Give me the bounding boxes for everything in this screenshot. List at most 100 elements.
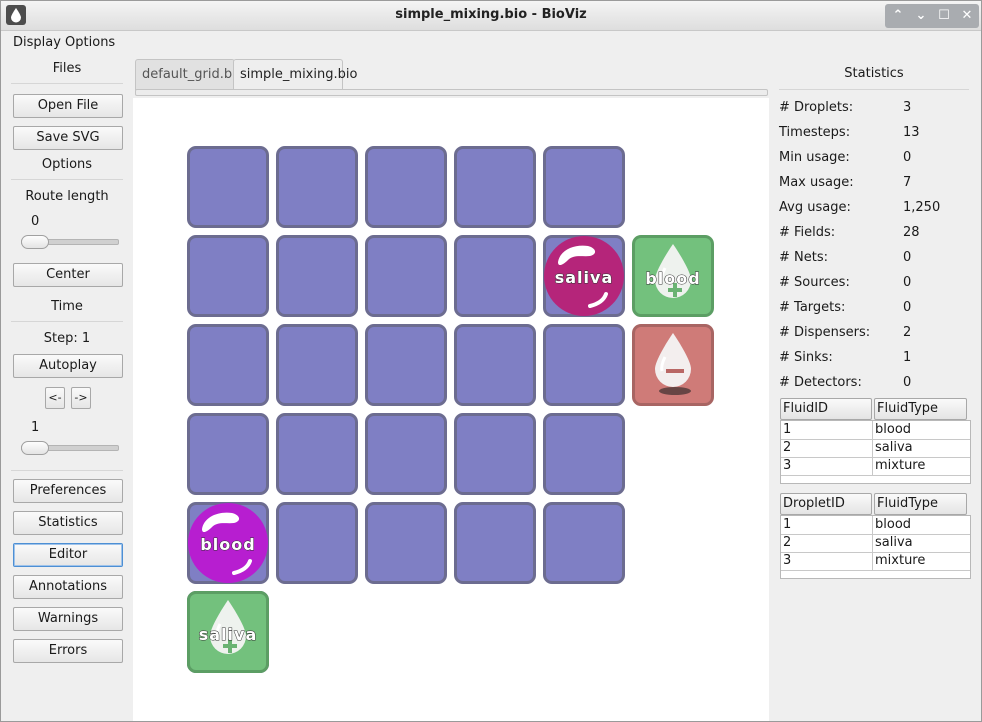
statistics-value: 1 xyxy=(903,350,912,365)
biochip-canvas[interactable]: blood saliva saliva blood xyxy=(133,98,769,721)
files-label: Files xyxy=(52,61,82,76)
grid-cell[interactable] xyxy=(365,146,447,228)
cell-divider xyxy=(872,552,873,570)
speed-slider-knob[interactable] xyxy=(21,441,49,455)
grid-cell[interactable] xyxy=(276,502,358,584)
fluid-id-cell: 3 xyxy=(783,458,792,473)
statistics-row: Min usage: 0 xyxy=(779,150,969,170)
grid-cell[interactable] xyxy=(187,324,269,406)
grid-cell[interactable] xyxy=(276,324,358,406)
preferences-button[interactable]: Preferences xyxy=(13,479,123,503)
statistics-value: 3 xyxy=(903,100,912,115)
statistics-row: # Sinks: 1 xyxy=(779,350,969,370)
grid-cell[interactable] xyxy=(454,235,536,317)
cell-divider xyxy=(872,516,873,534)
up-icon[interactable]: ⌃ xyxy=(887,4,909,28)
grid-cell[interactable] xyxy=(454,413,536,495)
grid-cell[interactable] xyxy=(365,502,447,584)
grid-cell[interactable] xyxy=(187,146,269,228)
grid-cell[interactable] xyxy=(365,235,447,317)
statistics-button[interactable]: Statistics xyxy=(13,511,123,535)
statistics-key: # Droplets: xyxy=(779,100,854,115)
route-length-value: 0 xyxy=(31,214,40,229)
tab-simple-mixing[interactable]: simple_mixing.bio xyxy=(233,59,357,90)
dispenser-saliva[interactable]: saliva xyxy=(187,591,269,673)
grid-cell[interactable] xyxy=(365,324,447,406)
fluid-table-body[interactable]: 1 blood 2 saliva 3 mixture xyxy=(780,420,971,484)
sink[interactable] xyxy=(632,324,714,406)
statistics-value: 1,250 xyxy=(903,200,941,215)
droplet-label: blood xyxy=(200,535,256,555)
menu-display-options[interactable]: Display Options xyxy=(13,35,115,50)
route-length-slider-knob[interactable] xyxy=(21,235,49,249)
column-header-dropletid[interactable]: DropletID xyxy=(780,493,872,515)
divider xyxy=(779,89,969,90)
step-back-button[interactable]: <- xyxy=(45,387,65,409)
statistics-value: 28 xyxy=(903,225,920,240)
grid-cell[interactable] xyxy=(276,146,358,228)
tab-default-grid[interactable]: default_grid.bio xyxy=(135,59,244,90)
grid-cell[interactable] xyxy=(276,235,358,317)
column-header-fluidtype[interactable]: FluidType xyxy=(874,398,967,420)
grid-cell[interactable] xyxy=(187,235,269,317)
fluid-type-cell: mixture xyxy=(875,553,926,568)
window-controls: ⌃ ⌄ ☐ ✕ xyxy=(885,4,979,28)
grid-cell[interactable] xyxy=(543,413,625,495)
statistics-row: Avg usage: 1,250 xyxy=(779,200,969,220)
route-length-label: Route length xyxy=(25,189,109,204)
statistics-row: Timesteps: 13 xyxy=(779,125,969,145)
grid-cell[interactable] xyxy=(276,413,358,495)
table-row[interactable]: 1 blood xyxy=(781,421,970,440)
grid-cell[interactable] xyxy=(543,502,625,584)
open-file-button[interactable]: Open File xyxy=(13,94,123,118)
statistics-key: # Nets: xyxy=(779,250,828,265)
grid-cell[interactable] xyxy=(365,413,447,495)
statistics-key: Max usage: xyxy=(779,175,854,190)
statistics-value: 2 xyxy=(903,325,912,340)
step-forward-button[interactable]: -> xyxy=(71,387,91,409)
close-icon[interactable]: ✕ xyxy=(956,4,978,28)
annotations-button[interactable]: Annotations xyxy=(13,575,123,599)
column-header-fluidid[interactable]: FluidID xyxy=(780,398,872,420)
fluid-type-cell: saliva xyxy=(875,535,913,550)
statistics-value: 7 xyxy=(903,175,912,190)
droplet-blood[interactable]: blood xyxy=(188,503,268,583)
statistics-row: # Dispensers: 2 xyxy=(779,325,969,345)
editor-button[interactable]: Editor xyxy=(13,543,123,567)
table-row[interactable]: 2 saliva xyxy=(781,439,970,458)
grid-cell[interactable] xyxy=(454,146,536,228)
droplet-table: 1 blood 2 saliva 3 mixture DropletID FluidType xyxy=(780,493,971,581)
statistics-value: 0 xyxy=(903,150,912,165)
droplet-label: saliva xyxy=(554,268,614,288)
droplet-table-body[interactable]: 1 blood 2 saliva 3 mixture xyxy=(780,515,971,579)
cell-divider xyxy=(872,439,873,457)
column-header-fluidtype[interactable]: FluidType xyxy=(874,493,967,515)
speed-value: 1 xyxy=(31,420,40,435)
table-row[interactable]: 3 mixture xyxy=(781,552,970,571)
grid-cell[interactable] xyxy=(454,324,536,406)
grid-cell[interactable] xyxy=(543,324,625,406)
droplet-id-cell: 3 xyxy=(783,553,792,568)
grid-cell[interactable] xyxy=(454,502,536,584)
down-icon[interactable]: ⌄ xyxy=(910,4,932,28)
statistics-value: 0 xyxy=(903,375,912,390)
menu-bar: Display Options xyxy=(13,35,115,50)
divider xyxy=(11,321,123,322)
droplet-id-cell: 1 xyxy=(783,517,792,532)
center-button[interactable]: Center xyxy=(13,263,123,287)
statistics-row: # Droplets: 3 xyxy=(779,100,969,120)
warnings-button[interactable]: Warnings xyxy=(13,607,123,631)
grid-cell[interactable] xyxy=(543,146,625,228)
statistics-row: Max usage: 7 xyxy=(779,175,969,195)
maximize-icon[interactable]: ☐ xyxy=(933,4,955,28)
table-row[interactable]: 2 saliva xyxy=(781,534,970,553)
grid-cell[interactable] xyxy=(187,413,269,495)
table-row[interactable]: 1 blood xyxy=(781,516,970,535)
dispenser-blood[interactable]: blood xyxy=(632,235,714,317)
table-row[interactable]: 3 mixture xyxy=(781,457,970,476)
droplet-saliva[interactable]: saliva xyxy=(544,236,624,316)
autoplay-button[interactable]: Autoplay xyxy=(13,354,123,378)
errors-button[interactable]: Errors xyxy=(13,639,123,663)
save-svg-button[interactable]: Save SVG xyxy=(13,126,123,150)
tab-scrollbar[interactable] xyxy=(135,89,768,96)
